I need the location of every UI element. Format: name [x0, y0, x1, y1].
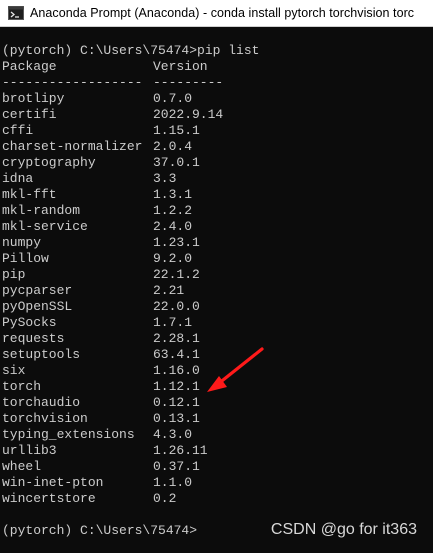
package-row: PySocks 1.7.1: [2, 315, 192, 331]
package-version: 0.37.1: [153, 459, 200, 474]
package-version: 37.0.1: [153, 155, 200, 170]
package-version: 63.4.1: [153, 347, 200, 362]
package-row: wincertstore 0.2: [2, 491, 176, 507]
window-title: Anaconda Prompt (Anaconda) - conda insta…: [30, 6, 415, 20]
package-version: 2.21: [153, 283, 185, 298]
package-version: 1.26.11: [153, 443, 208, 458]
package-row: six 1.16.0: [2, 363, 200, 379]
prompt-command-line: (pytorch) C:\Users\75474>pip list: [2, 43, 260, 58]
package-row: wheel 0.37.1: [2, 459, 200, 475]
package-name: torchaudio: [2, 395, 81, 410]
package-name: mkl-service: [2, 219, 88, 234]
csdn-watermark: CSDN @go for it363: [270, 521, 417, 538]
package-version: 2.4.0: [153, 219, 193, 234]
package-version: 0.2: [153, 491, 177, 506]
package-name: Pillow: [2, 251, 49, 266]
package-version: 2022.9.14: [153, 107, 224, 122]
title-bar[interactable]: Anaconda Prompt (Anaconda) - conda insta…: [0, 0, 433, 27]
package-version: 22.1.2: [153, 267, 200, 282]
package-version: 3.3: [153, 171, 177, 186]
package-name: typing_extensions: [2, 427, 135, 442]
package-version: 2.28.1: [153, 331, 200, 346]
header-version: Version: [153, 59, 208, 74]
package-name: charset-normalizer: [2, 139, 143, 154]
package-name: wincertstore: [2, 491, 96, 506]
package-version: 0.12.1: [153, 395, 200, 410]
package-version: 0.7.0: [153, 91, 193, 106]
package-row: numpy 1.23.1: [2, 235, 200, 251]
package-version: 1.15.1: [153, 123, 200, 138]
separator-version: ---------: [153, 75, 224, 90]
package-name: urllib3: [2, 443, 57, 458]
package-row: pyOpenSSL 22.0.0: [2, 299, 200, 315]
package-name: mkl-random: [2, 203, 81, 218]
package-row: torchvision 0.13.1: [2, 411, 200, 427]
package-version: 1.3.1: [153, 187, 193, 202]
package-name: pycparser: [2, 283, 73, 298]
console-output[interactable]: (pytorch) C:\Users\75474>pip list Packag…: [0, 27, 433, 553]
package-name: cryptography: [2, 155, 96, 170]
package-row: setuptools 63.4.1: [2, 347, 200, 363]
package-version: 1.23.1: [153, 235, 200, 250]
package-version: 1.7.1: [153, 315, 193, 330]
package-row: cryptography 37.0.1: [2, 155, 200, 171]
package-name: setuptools: [2, 347, 81, 362]
package-row: urllib3 1.26.11: [2, 443, 208, 459]
package-row: idna 3.3: [2, 171, 176, 187]
package-name: torch: [2, 379, 42, 394]
package-name: PySocks: [2, 315, 57, 330]
package-row: mkl-random 1.2.2: [2, 203, 192, 219]
package-name: brotlipy: [2, 91, 65, 106]
package-row: cffi 1.15.1: [2, 123, 200, 139]
package-name: idna: [2, 171, 34, 186]
package-name: six: [2, 363, 26, 378]
package-row: mkl-fft 1.3.1: [2, 187, 192, 203]
package-name: certifi: [2, 107, 57, 122]
package-name: requests: [2, 331, 65, 346]
package-version: 0.13.1: [153, 411, 200, 426]
package-version: 2.0.4: [153, 139, 193, 154]
package-row: requests 2.28.1: [2, 331, 200, 347]
package-version: 4.3.0: [153, 427, 193, 442]
package-version: 22.0.0: [153, 299, 200, 314]
package-name: wheel: [2, 459, 42, 474]
package-version: 1.1.0: [153, 475, 193, 490]
package-row: pycparser 2.21: [2, 283, 184, 299]
package-row: typing_extensions 4.3.0: [2, 427, 192, 443]
package-version: 1.12.1: [153, 379, 200, 394]
package-name: pyOpenSSL: [2, 299, 73, 314]
package-name: numpy: [2, 235, 42, 250]
package-row: pip 22.1.2: [2, 267, 200, 283]
header-package: Package: [2, 59, 57, 74]
package-row: Pillow 9.2.0: [2, 251, 192, 267]
package-row: charset-normalizer 2.0.4: [2, 139, 192, 155]
list-separator: ------------------ ---------: [2, 75, 223, 91]
package-version: 1.2.2: [153, 203, 193, 218]
package-name: mkl-fft: [2, 187, 57, 202]
package-name: win-inet-pton: [2, 475, 104, 490]
package-name: torchvision: [2, 411, 88, 426]
package-version: 9.2.0: [153, 251, 193, 266]
list-header: Package Version: [2, 59, 208, 75]
package-name: cffi: [2, 123, 34, 138]
separator-package: ------------------: [2, 75, 143, 90]
terminal-window: Anaconda Prompt (Anaconda) - conda insta…: [0, 0, 433, 553]
package-row: torch 1.12.1: [2, 379, 200, 395]
package-row: win-inet-pton 1.1.0: [2, 475, 192, 491]
package-row: brotlipy 0.7.0: [2, 91, 192, 107]
package-name: pip: [2, 267, 26, 282]
package-row: certifi 2022.9.14: [2, 107, 223, 123]
package-row: torchaudio 0.12.1: [2, 395, 200, 411]
package-row: mkl-service 2.4.0: [2, 219, 192, 235]
package-version: 1.16.0: [153, 363, 200, 378]
terminal-icon: [8, 6, 24, 20]
final-prompt-line: (pytorch) C:\Users\75474>: [2, 523, 198, 538]
